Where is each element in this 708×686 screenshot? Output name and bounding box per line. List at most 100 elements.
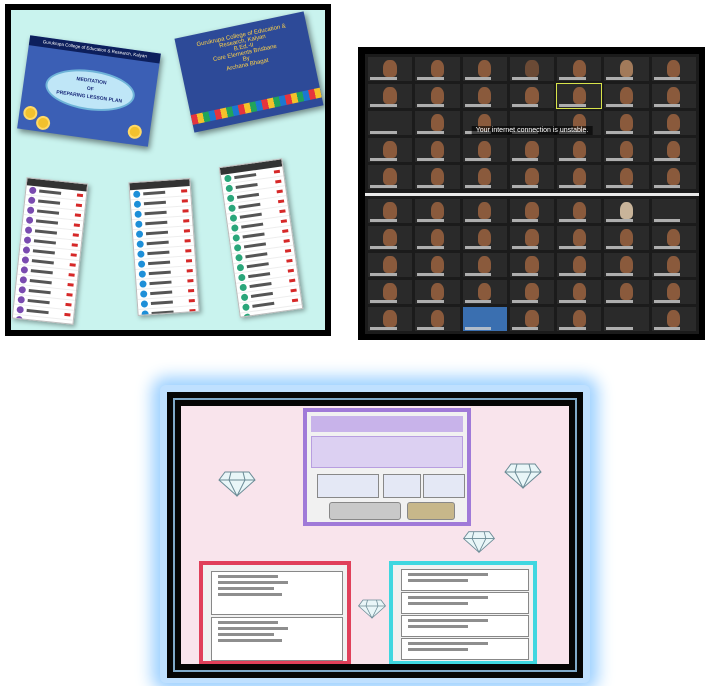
- microphone-muted-icon: [75, 203, 83, 208]
- video-tile[interactable]: [604, 199, 649, 223]
- document-table-left: [317, 474, 379, 498]
- video-tile[interactable]: [651, 111, 696, 135]
- video-tile[interactable]: [604, 84, 649, 108]
- video-tile[interactable]: [651, 199, 696, 223]
- video-tile[interactable]: [651, 165, 696, 189]
- video-tile[interactable]: [462, 138, 507, 162]
- diamond-icon: [504, 463, 542, 490]
- scroll-strip-4: [401, 638, 529, 660]
- video-tile[interactable]: [509, 280, 555, 304]
- video-tile[interactable]: [415, 57, 460, 81]
- video-tile[interactable]: [651, 57, 696, 81]
- video-tile[interactable]: [509, 84, 555, 108]
- video-tile[interactable]: [557, 57, 602, 81]
- video-tile[interactable]: [368, 226, 413, 250]
- video-tile[interactable]: [368, 165, 413, 189]
- avatar-icon: [223, 174, 232, 183]
- video-tile[interactable]: [415, 165, 460, 189]
- video-tile[interactable]: [415, 253, 460, 277]
- microphone-muted-icon: [185, 249, 192, 253]
- sunflower-icon: [129, 126, 141, 138]
- pink-board: [181, 406, 569, 664]
- video-tile[interactable]: [651, 138, 696, 162]
- video-tile[interactable]: [368, 253, 413, 277]
- video-tile[interactable]: [415, 84, 460, 108]
- microphone-muted-icon: [283, 239, 290, 243]
- video-tile[interactable]: [604, 111, 649, 135]
- scroll-card-1: [211, 571, 343, 615]
- microphone-muted-icon: [183, 219, 190, 223]
- document-info-box: [311, 436, 463, 468]
- avatar-icon: [225, 184, 234, 193]
- avatar-icon: [230, 224, 239, 232]
- avatar-icon: [28, 186, 37, 195]
- video-tile[interactable]: [604, 138, 649, 162]
- avatar-icon: [138, 270, 147, 278]
- avatar-icon: [135, 220, 143, 228]
- avatar-icon: [237, 273, 246, 282]
- video-tile[interactable]: [462, 84, 507, 108]
- video-tile[interactable]: [368, 138, 413, 162]
- video-tile[interactable]: [415, 307, 460, 331]
- video-tile[interactable]: [415, 111, 460, 135]
- video-tile[interactable]: [368, 84, 413, 108]
- video-tile[interactable]: [415, 138, 460, 162]
- video-tile[interactable]: [651, 307, 696, 331]
- video-tile[interactable]: [368, 280, 413, 304]
- video-tile[interactable]: [368, 199, 413, 223]
- microphone-muted-icon: [69, 263, 76, 267]
- avatar-icon: [135, 230, 144, 238]
- video-grid-top: [365, 54, 699, 192]
- video-tile[interactable]: [604, 307, 649, 331]
- document-gray-box: [329, 502, 401, 520]
- microphone-muted-icon: [70, 253, 77, 257]
- video-tile[interactable]: [557, 199, 602, 223]
- video-tile[interactable]: [604, 280, 649, 304]
- video-tile[interactable]: [604, 253, 649, 277]
- video-tile[interactable]: [462, 199, 507, 223]
- collage-panel: Gurukrupa College of Education & Researc…: [5, 4, 331, 336]
- video-tile[interactable]: [368, 307, 413, 331]
- video-tile[interactable]: [604, 57, 649, 81]
- video-tile[interactable]: [557, 226, 602, 250]
- video-tile[interactable]: [557, 165, 602, 189]
- video-tile[interactable]: [651, 84, 696, 108]
- video-tile[interactable]: [651, 253, 696, 277]
- video-tile[interactable]: [415, 226, 460, 250]
- video-tile[interactable]: [604, 226, 649, 250]
- video-tile[interactable]: [509, 138, 555, 162]
- video-tile[interactable]: [415, 199, 460, 223]
- video-tile[interactable]: [368, 57, 413, 81]
- video-tile[interactable]: [557, 138, 602, 162]
- video-tile[interactable]: [651, 226, 696, 250]
- microphone-muted-icon: [279, 209, 286, 214]
- video-tile[interactable]: [557, 253, 602, 277]
- diamond-icon: [357, 599, 387, 619]
- microphone-muted-icon: [189, 308, 196, 313]
- video-tile[interactable]: [509, 165, 555, 189]
- video-tile[interactable]: [509, 57, 555, 81]
- video-tile[interactable]: [462, 165, 507, 189]
- video-tile[interactable]: [509, 199, 555, 223]
- diamond-icon: [462, 531, 496, 554]
- diamond-icon: [218, 471, 256, 498]
- video-tile[interactable]: [415, 280, 460, 304]
- video-tile[interactable]: [462, 226, 507, 250]
- video-tile[interactable]: [604, 165, 649, 189]
- video-tile[interactable]: [462, 253, 507, 277]
- video-tile[interactable]: [557, 280, 602, 304]
- avatar-icon: [20, 266, 29, 274]
- video-tile[interactable]: [509, 226, 555, 250]
- video-tile[interactable]: [651, 280, 696, 304]
- microphone-muted-icon: [71, 243, 78, 247]
- video-tile[interactable]: [509, 307, 555, 331]
- video-tile[interactable]: [462, 57, 507, 81]
- video-tile[interactable]: [462, 280, 507, 304]
- video-tile[interactable]: [368, 111, 413, 135]
- avatar-icon: [15, 315, 24, 324]
- video-tile-active-speaker[interactable]: [556, 83, 603, 109]
- video-tile[interactable]: [509, 253, 555, 277]
- video-tile-initial[interactable]: [462, 307, 507, 331]
- microphone-muted-icon: [66, 292, 73, 297]
- video-tile[interactable]: [557, 307, 602, 331]
